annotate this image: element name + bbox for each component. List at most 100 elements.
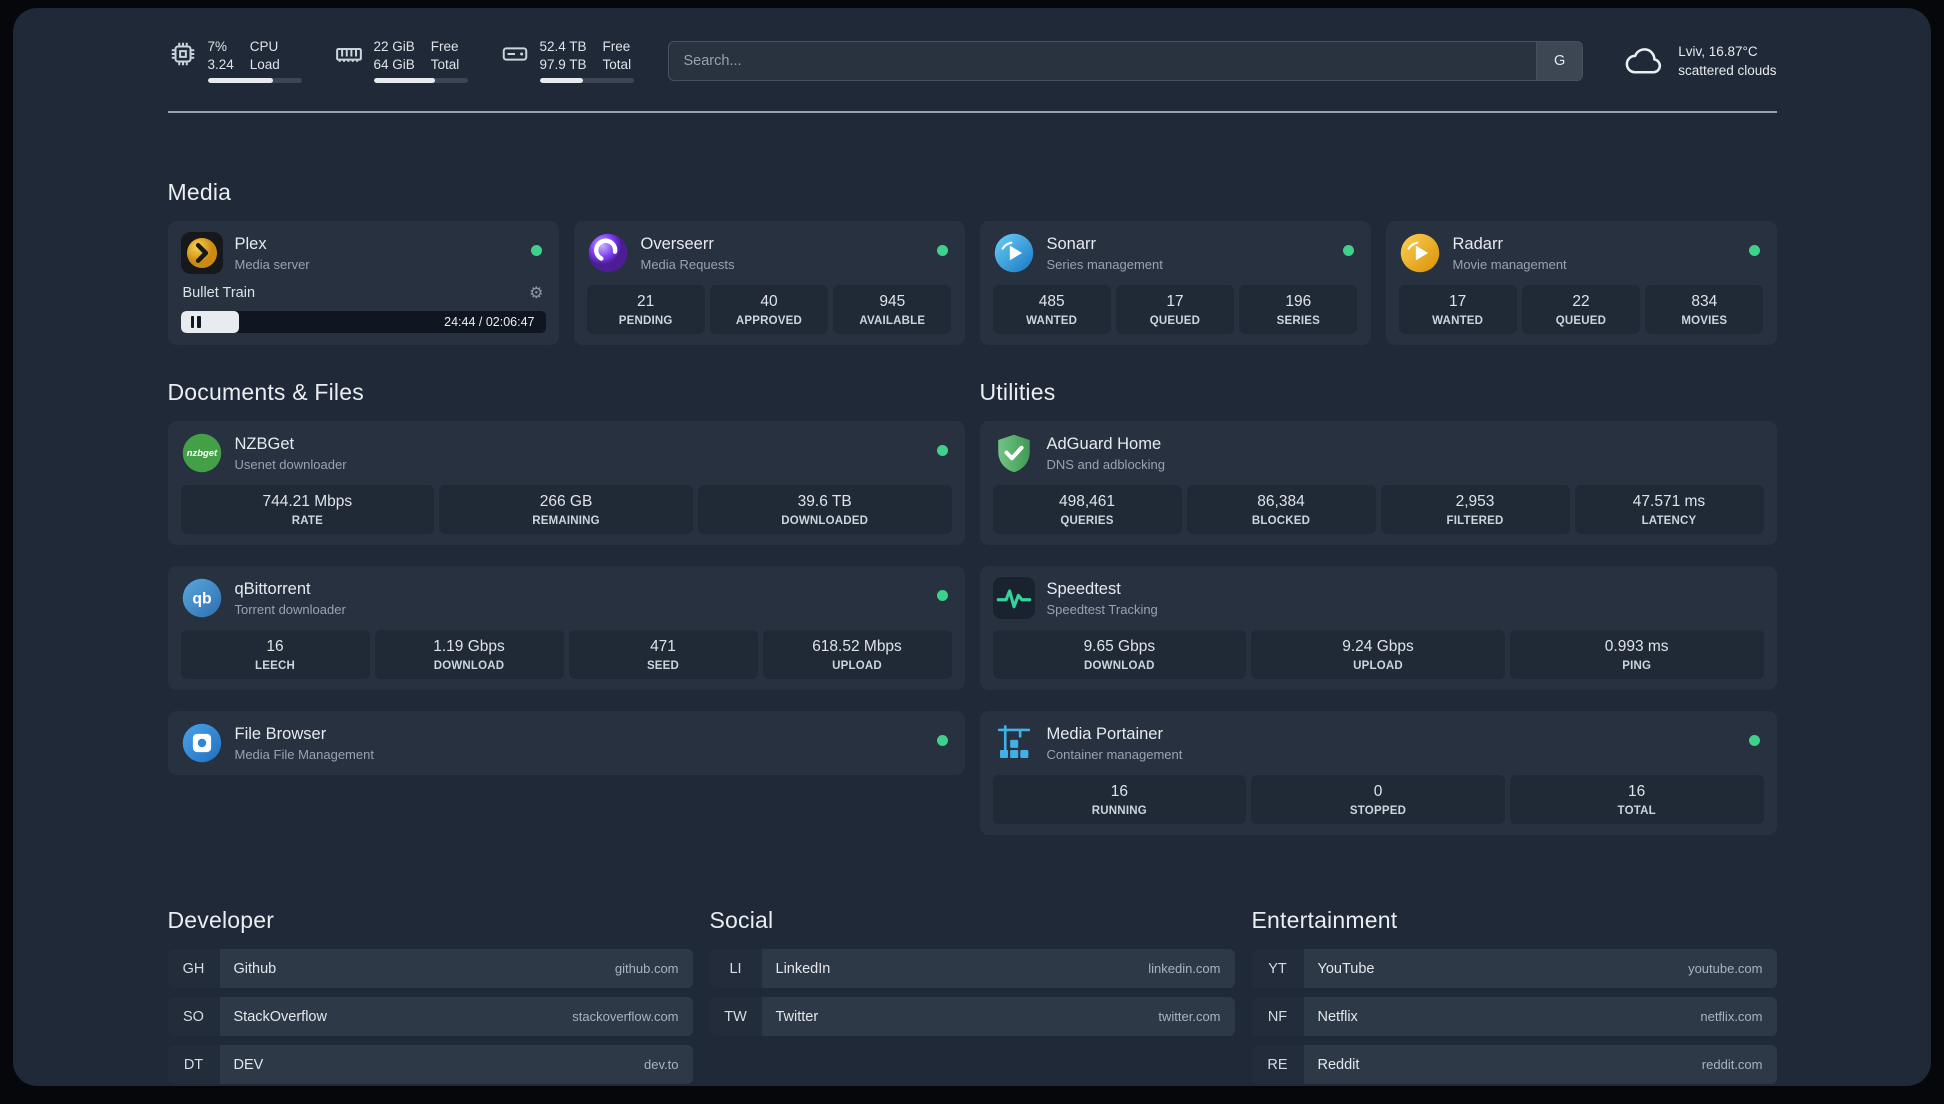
plex-player-widget: Bullet Train ⚙ 24:44 / 02:06:47 bbox=[180, 283, 546, 334]
adguard-link[interactable]: AdGuard Home DNS and adblocking bbox=[993, 432, 1764, 474]
disk-free-value: 52.4 TB bbox=[539, 39, 587, 54]
speedtest-subtitle: Speedtest Tracking bbox=[1046, 601, 1158, 617]
speedtest-link[interactable]: Speedtest Speedtest Tracking bbox=[992, 577, 1764, 620]
disk-icon bbox=[502, 47, 527, 61]
portainer-stat-running: 16 RUNNING bbox=[992, 775, 1247, 825]
sonarr-stat-wanted: 485 WANTED bbox=[992, 285, 1111, 335]
social-heading: Social bbox=[709, 907, 774, 934]
adguard-stat-queries: 498,461 QUERIES bbox=[992, 485, 1182, 535]
speedtest-stat-download: 9.65 Gbps DOWNLOAD bbox=[992, 630, 1247, 680]
plex-status-dot bbox=[530, 245, 542, 257]
plex-pause-button[interactable] bbox=[190, 316, 201, 329]
radarr-title: Radarr bbox=[1452, 234, 1503, 253]
qbittorrent-link[interactable]: qb qBittorrent Torrent downloader bbox=[181, 577, 952, 619]
plex-gear-icon[interactable]: ⚙ bbox=[529, 283, 543, 303]
netflix-domain: netflix.com bbox=[1700, 1009, 1763, 1025]
plex-subtitle: Media server bbox=[234, 256, 310, 272]
nzbget-stat-rate: 744.21 Mbps RATE bbox=[180, 485, 435, 535]
adguard-card: AdGuard Home DNS and adblocking 498,461 Q… bbox=[979, 421, 1777, 546]
developer-heading: Developer bbox=[167, 907, 275, 934]
adguard-title: AdGuard Home bbox=[1046, 434, 1162, 453]
nzbget-stat-downloaded: 39.6 TB DOWNLOADED bbox=[697, 485, 952, 535]
memory-progress-fill bbox=[373, 78, 435, 84]
reddit-abbr: RE bbox=[1267, 1056, 1288, 1073]
youtube-name: YouTube bbox=[1317, 960, 1375, 977]
cpu-value: 7% bbox=[207, 39, 228, 54]
filebrowser-link[interactable]: File Browser Media File Management bbox=[181, 722, 952, 764]
bookmark-netflix[interactable]: NF Netflix netflix.com bbox=[1251, 997, 1777, 1037]
cpu-load-label: Load bbox=[249, 56, 280, 72]
radarr-stat-queued: 22 QUEUED bbox=[1521, 285, 1641, 335]
qbittorrent-card: qb qBittorrent Torrent downloader 16 LEEC… bbox=[167, 566, 965, 691]
portainer-icon bbox=[993, 722, 1035, 764]
filebrowser-title: File Browser bbox=[234, 724, 327, 743]
bookmark-reddit[interactable]: RE Reddit reddit.com bbox=[1251, 1045, 1777, 1085]
sonarr-title: Sonarr bbox=[1046, 234, 1097, 253]
radarr-link[interactable]: Radarr Movie management bbox=[1399, 232, 1764, 274]
github-abbr: GH bbox=[182, 960, 205, 977]
dev-name: DEV bbox=[233, 1056, 264, 1073]
filebrowser-status-dot bbox=[936, 735, 948, 747]
disk-free-label: Free bbox=[602, 39, 631, 54]
sonarr-stat-series: 196 SERIES bbox=[1239, 285, 1358, 335]
radarr-subtitle: Movie management bbox=[1452, 256, 1567, 272]
youtube-abbr: YT bbox=[1268, 960, 1287, 977]
bookmark-linkedin[interactable]: LI LinkedIn linkedin.com bbox=[709, 949, 1235, 989]
plex-title: Plex bbox=[234, 234, 267, 253]
netflix-name: Netflix bbox=[1317, 1008, 1358, 1025]
documents-section-heading: Documents & Files bbox=[167, 379, 364, 406]
adguard-icon bbox=[993, 432, 1035, 474]
cpu-widget: 7% 3.24 CPU Load bbox=[168, 38, 302, 84]
plex-progress-bar[interactable]: 24:44 / 02:06:47 bbox=[180, 311, 546, 334]
stackoverflow-abbr: SO bbox=[183, 1008, 204, 1025]
plex-link[interactable]: Plex Media server bbox=[180, 232, 546, 275]
stackoverflow-name: StackOverflow bbox=[233, 1008, 327, 1025]
filebrowser-icon bbox=[181, 722, 223, 764]
qbittorrent-subtitle: Torrent downloader bbox=[234, 601, 346, 617]
filebrowser-subtitle: Media File Management bbox=[234, 746, 374, 762]
github-domain: github.com bbox=[614, 961, 679, 977]
disk-progress-track bbox=[539, 78, 634, 84]
adguard-stat-blocked: 86,384 BLOCKED bbox=[1186, 485, 1376, 535]
qbittorrent-title: qBittorrent bbox=[234, 579, 311, 598]
sonarr-link[interactable]: Sonarr Series management bbox=[993, 232, 1358, 274]
bookmark-youtube[interactable]: YT YouTube youtube.com bbox=[1251, 949, 1777, 989]
dev-domain: dev.to bbox=[644, 1057, 679, 1073]
memory-total-label: Total bbox=[430, 56, 460, 72]
bookmarks-entertainment-group: Entertainment YT YouTube youtube.com NF N… bbox=[1251, 907, 1777, 1086]
dev-abbr: DT bbox=[183, 1056, 204, 1073]
portainer-card: Media Portainer Container management 16 R… bbox=[979, 711, 1777, 836]
speedtest-card: Speedtest Speedtest Tracking 9.65 Gbps DO… bbox=[979, 566, 1777, 691]
bookmark-github[interactable]: GH Github github.com bbox=[167, 949, 693, 989]
plex-icon bbox=[180, 232, 223, 275]
portainer-status-dot bbox=[1748, 735, 1760, 747]
nzbget-link[interactable]: nzbget NZBGet Usenet downloader bbox=[181, 432, 952, 474]
overseerr-link[interactable]: Overseerr Media Requests bbox=[587, 232, 952, 274]
nzbget-title: NZBGet bbox=[234, 434, 295, 453]
bookmark-dev[interactable]: DT DEV dev.to bbox=[167, 1045, 693, 1085]
svg-text:qb: qb bbox=[192, 591, 211, 608]
radarr-icon bbox=[1399, 232, 1441, 274]
github-name: Github bbox=[233, 960, 277, 977]
disk-widget: 52.4 TB 97.9 TB Free Total bbox=[500, 38, 634, 84]
svg-text:nzbget: nzbget bbox=[186, 448, 217, 459]
sonarr-status-dot bbox=[1342, 245, 1354, 257]
radarr-status-dot bbox=[1748, 245, 1760, 257]
cpu-progress-track bbox=[207, 78, 302, 84]
search-input[interactable] bbox=[668, 52, 1537, 69]
portainer-link[interactable]: Media Portainer Container management bbox=[993, 722, 1764, 764]
search-engine-button[interactable]: G bbox=[1536, 41, 1583, 80]
utilities-section-heading: Utilities bbox=[979, 379, 1056, 406]
bookmarks-developer-group: Developer GH Github github.com SO StackOv… bbox=[167, 907, 693, 1086]
reddit-domain: reddit.com bbox=[1701, 1057, 1763, 1073]
overseerr-icon bbox=[587, 232, 629, 274]
linkedin-domain: linkedin.com bbox=[1148, 961, 1221, 977]
bookmark-twitter[interactable]: TW Twitter twitter.com bbox=[709, 997, 1235, 1037]
weather-condition: scattered clouds bbox=[1678, 62, 1777, 78]
resource-widgets: 7% 3.24 CPU Load 22 GiB 64 GiB Free Total bbox=[168, 38, 634, 84]
weather-widget[interactable]: Lviv, 16.87°C scattered clouds bbox=[1623, 44, 1777, 78]
memory-icon bbox=[335, 48, 362, 62]
twitter-name: Twitter bbox=[775, 1008, 819, 1025]
bookmark-stackoverflow[interactable]: SO StackOverflow stackoverflow.com bbox=[167, 997, 693, 1037]
disk-progress-fill bbox=[539, 78, 583, 84]
